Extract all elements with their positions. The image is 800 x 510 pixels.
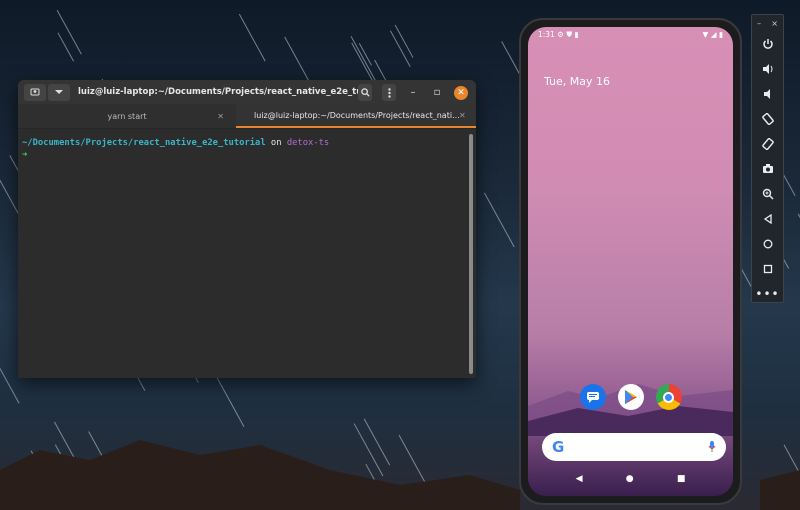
chrome-icon[interactable] <box>655 384 682 410</box>
settings-icon: ⚙ <box>557 30 564 39</box>
rotate-left-button[interactable] <box>752 106 783 131</box>
rotate-left-icon <box>761 112 774 125</box>
star-trail <box>57 32 75 62</box>
camera-icon <box>762 164 773 173</box>
terminal-titlebar[interactable]: luiz@luiz-laptop:~/Documents/Projects/re… <box>18 80 476 104</box>
zoom-icon <box>762 188 774 200</box>
emulator-toolbar: – × ••• <box>751 14 784 303</box>
star-trail <box>56 9 82 55</box>
microphone-icon[interactable] <box>708 441 716 453</box>
play-store-icon[interactable] <box>617 384 644 410</box>
back-button[interactable] <box>752 206 783 231</box>
star-trail <box>0 367 20 404</box>
signal-icon: ◢ <box>710 30 717 39</box>
back-icon <box>763 213 772 224</box>
star-trail <box>394 24 414 58</box>
prompt-on: on <box>270 138 282 148</box>
wifi-icon: ▼ <box>702 30 709 39</box>
home-icon <box>763 239 772 248</box>
close-tab-icon[interactable]: ✕ <box>217 112 224 121</box>
volume-up-icon <box>762 63 772 74</box>
rotate-right-button[interactable] <box>752 131 783 156</box>
star-trail <box>389 30 411 68</box>
more-icon: ••• <box>755 286 780 301</box>
prompt-arrow: ➜ <box>22 150 28 160</box>
volume-down-button[interactable] <box>752 81 783 106</box>
minimize-button[interactable]: – <box>406 87 420 98</box>
kebab-menu-icon <box>387 87 391 98</box>
power-icon <box>762 38 773 49</box>
minimize-emulator-button[interactable]: – <box>757 19 761 28</box>
more-button[interactable]: ••• <box>752 281 783 306</box>
android-nav-bar: ◀ ● ■ <box>528 462 733 496</box>
new-tab-button[interactable] <box>24 83 46 101</box>
power-button[interactable] <box>752 31 783 56</box>
volume-down-icon <box>763 88 770 99</box>
overview-button[interactable] <box>752 256 783 281</box>
overview-icon[interactable]: ■ <box>677 474 686 484</box>
star-trail <box>483 192 515 248</box>
close-tab-icon[interactable]: ✕ <box>459 111 466 120</box>
terminal-output[interactable]: ~/Documents/Projects/react_native_e2e_tu… <box>18 129 476 169</box>
star-trail <box>238 13 266 62</box>
tab-bar: yarn start ✕ luiz@luiz-laptop:~/Document… <box>18 104 476 129</box>
tab-menu-button[interactable] <box>48 83 70 101</box>
phone-screen[interactable]: 1:31 ⚙ ⛊ ▮ ▼ ◢ ▮ Tue, May 16 G ◀ ● ■ <box>528 27 733 496</box>
prompt-line: ~/Documents/Projects/react_native_e2e_tu… <box>22 137 472 149</box>
shield-icon: ⛊ <box>566 30 572 39</box>
close-emulator-button[interactable]: × <box>771 19 778 28</box>
search-button[interactable] <box>358 84 372 101</box>
messages-icon[interactable] <box>579 384 606 410</box>
google-search-bar[interactable]: G <box>542 433 726 461</box>
screenshot-button[interactable] <box>752 156 783 181</box>
status-time: 1:31 <box>538 30 555 39</box>
lockscreen-date: Tue, May 16 <box>544 75 611 88</box>
hamburger-menu-button[interactable] <box>382 84 396 101</box>
git-branch: detox-ts <box>286 138 330 148</box>
home-button[interactable] <box>752 231 783 256</box>
back-icon[interactable]: ◀ <box>576 474 583 484</box>
terminal-window[interactable]: luiz@luiz-laptop:~/Documents/Projects/re… <box>18 80 476 378</box>
profile-icon <box>30 88 40 96</box>
android-emulator-phone: 1:31 ⚙ ⛊ ▮ ▼ ◢ ▮ Tue, May 16 G ◀ ● ■ <box>519 18 742 505</box>
search-icon <box>360 88 370 97</box>
home-icon[interactable]: ● <box>626 474 634 484</box>
zoom-button[interactable] <box>752 181 783 206</box>
status-bar: 1:31 ⚙ ⛊ ▮ ▼ ◢ ▮ <box>538 30 723 44</box>
tab-yarn-start[interactable]: yarn start ✕ <box>18 104 236 128</box>
sim-icon: ▮ <box>574 30 579 39</box>
prompt-path: ~/Documents/Projects/react_native_e2e_tu… <box>22 138 266 148</box>
volume-up-button[interactable] <box>752 56 783 81</box>
maximize-button[interactable]: ▫ <box>430 87 444 98</box>
overview-icon <box>763 264 772 273</box>
dock-apps <box>528 384 733 410</box>
rotate-right-icon <box>761 137 774 150</box>
scrollbar[interactable] <box>469 134 473 374</box>
chevron-down-icon <box>55 90 63 94</box>
tab-shell[interactable]: luiz@luiz-laptop:~/Documents/Projects/re… <box>236 104 476 128</box>
window-title: luiz@luiz-laptop:~/Documents/Projects/re… <box>78 87 361 97</box>
close-button[interactable]: ✕ <box>454 85 468 100</box>
google-logo: G <box>552 438 565 456</box>
battery-icon: ▮ <box>718 30 723 39</box>
